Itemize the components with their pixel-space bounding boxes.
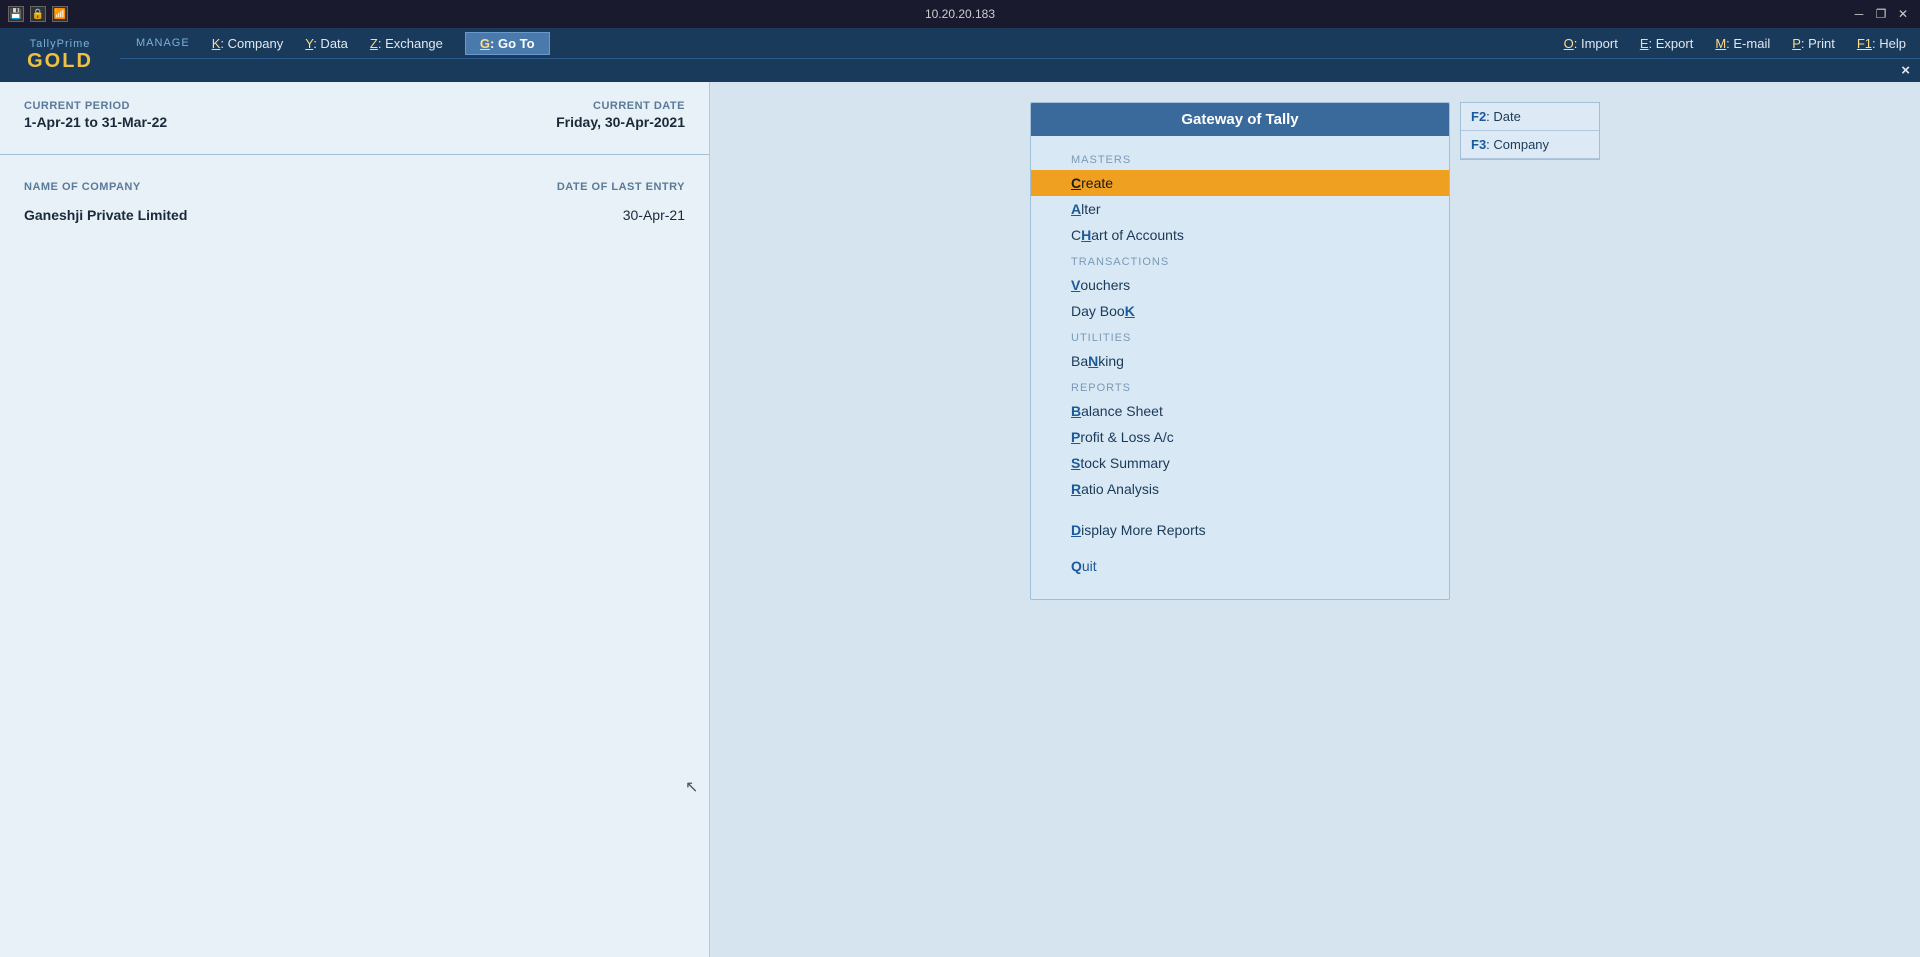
last-entry-date: 30-Apr-21 [623, 207, 685, 223]
menu-balance-sheet[interactable]: Balance Sheet [1031, 398, 1449, 424]
fkeys-panel: F2: Date F3: Company [1460, 102, 1600, 160]
close-button[interactable]: ✕ [1894, 5, 1912, 23]
menu-exchange[interactable]: Z: Exchange [360, 32, 453, 55]
menu-ratio-analysis[interactable]: Ratio Analysis [1031, 476, 1449, 502]
menu-vouchers[interactable]: Vouchers [1031, 272, 1449, 298]
subbar-close[interactable]: × [1901, 62, 1910, 79]
gateway-body: MASTERS Create Alter CHart of Accounts T… [1031, 136, 1449, 599]
fkey-f2[interactable]: F2: Date [1461, 103, 1599, 131]
company-name: Ganeshji Private Limited [24, 207, 187, 223]
manage-label: MANAGE [126, 33, 200, 53]
menu-banking[interactable]: BaNking [1031, 348, 1449, 374]
lock-icon[interactable]: 🔒 [30, 6, 46, 22]
title-bar-controls: ─ ❐ ✕ [1850, 5, 1912, 23]
title-bar-icons: 💾 🔒 📶 [8, 6, 68, 22]
menu-display-more-reports[interactable]: Display More Reports [1031, 517, 1449, 543]
menu-export[interactable]: E: Export [1630, 32, 1703, 55]
signal-icon: 📶 [52, 6, 68, 22]
menu-day-book[interactable]: Day BooK [1031, 298, 1449, 324]
section-utilities: UTILITIES [1031, 324, 1449, 348]
save-icon[interactable]: 💾 [8, 6, 24, 22]
menu-email[interactable]: M: E-mail [1705, 32, 1780, 55]
app-logo-bottom: GOLD [27, 50, 93, 72]
menu-create[interactable]: Create [1031, 170, 1449, 196]
fkey-f3[interactable]: F3: Company [1461, 131, 1599, 159]
main-content: CURRENT PERIOD 1-Apr-21 to 31-Mar-22 CUR… [0, 82, 1920, 957]
title-bar: 💾 🔒 📶 10.20.20.183 ─ ❐ ✕ [0, 0, 1920, 28]
sub-bar: Gateway of Tally × [0, 58, 1920, 82]
section-masters: MASTERS [1031, 146, 1449, 170]
gateway-panel: Gateway of Tally MASTERS Create Alter CH… [1030, 102, 1450, 600]
menu-print[interactable]: P: Print [1782, 32, 1845, 55]
app-logo: TallyPrime GOLD [0, 28, 120, 82]
left-panel: CURRENT PERIOD 1-Apr-21 to 31-Mar-22 CUR… [0, 82, 710, 957]
right-panel: Gateway of Tally MASTERS Create Alter CH… [710, 82, 1920, 957]
menu-help[interactable]: F1: Help [1847, 32, 1916, 55]
name-of-company-label: NAME OF COMPANY [24, 181, 141, 193]
section-reports: REPORTS [1031, 374, 1449, 398]
menu-chart-of-accounts[interactable]: CHart of Accounts [1031, 222, 1449, 248]
cursor-indicator: ↖ [685, 777, 698, 797]
current-period-label: CURRENT PERIOD [24, 100, 167, 112]
current-period-value: 1-Apr-21 to 31-Mar-22 [24, 114, 167, 130]
title-bar-ip: 10.20.20.183 [925, 7, 995, 21]
minimize-button[interactable]: ─ [1850, 5, 1868, 23]
company-row: Ganeshji Private Limited 30-Apr-21 [0, 201, 709, 229]
menu-quit[interactable]: Quit [1031, 553, 1449, 579]
current-date-value: Friday, 30-Apr-2021 [556, 114, 685, 130]
gateway-header: Gateway of Tally [1031, 103, 1449, 136]
menu-goto[interactable]: G: Go To [465, 32, 550, 55]
menu-alter[interactable]: Alter [1031, 196, 1449, 222]
date-of-last-entry-label: DATE OF LAST ENTRY [557, 181, 685, 193]
app-logo-top: TallyPrime [30, 38, 91, 50]
menu-bar: MANAGE K: Company Y: Data Z: Exchange G:… [0, 28, 1920, 58]
menu-data[interactable]: Y: Data [295, 32, 358, 55]
menu-stock-summary[interactable]: Stock Summary [1031, 450, 1449, 476]
restore-button[interactable]: ❐ [1872, 5, 1890, 23]
menu-profit-loss[interactable]: Profit & Loss A/c [1031, 424, 1449, 450]
menu-import[interactable]: O: Import [1554, 32, 1628, 55]
current-date-label: CURRENT DATE [556, 100, 685, 112]
menu-company[interactable]: K: Company [202, 32, 294, 55]
company-label-section: NAME OF COMPANY DATE OF LAST ENTRY [0, 163, 709, 201]
period-section: CURRENT PERIOD 1-Apr-21 to 31-Mar-22 CUR… [0, 82, 709, 146]
section-transactions: TRANSACTIONS [1031, 248, 1449, 272]
